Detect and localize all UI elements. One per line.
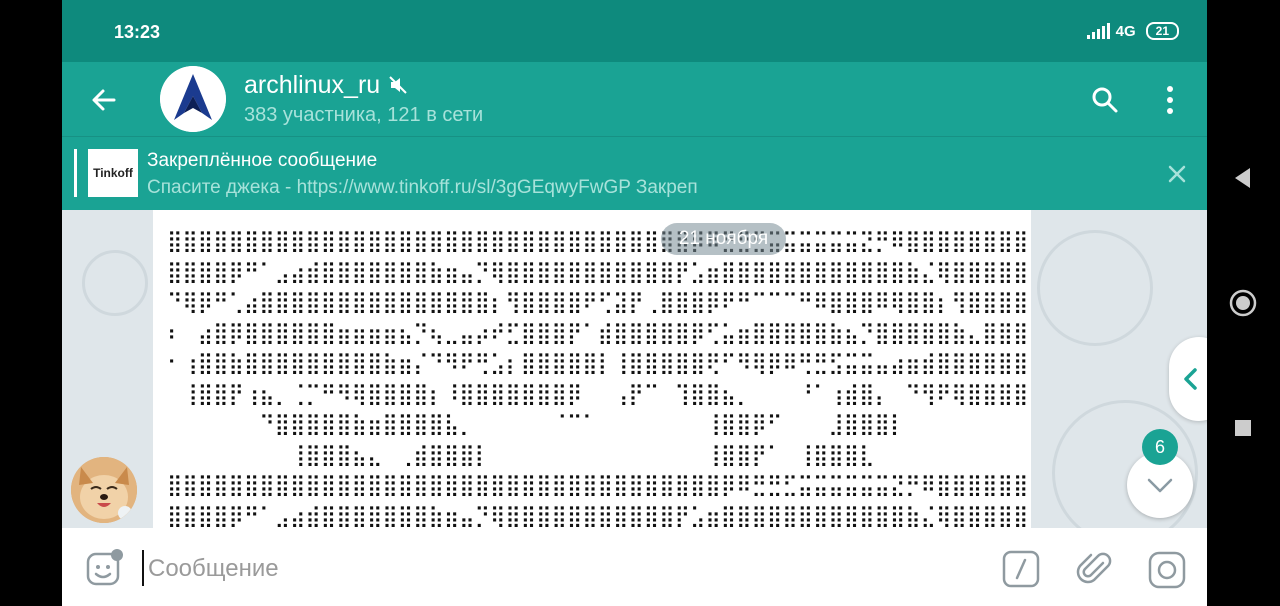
pinned-preview-text: Спасите джека - https://www.tinkoff.ru/s… — [147, 177, 698, 198]
message-composer — [62, 528, 1207, 606]
pinned-accent-line — [74, 149, 77, 197]
square-recents-icon — [1235, 420, 1251, 436]
chat-title-row: archlinux_ru — [244, 70, 483, 100]
chat-avatar[interactable] — [160, 66, 226, 132]
thumbnail-text: Tinkoff — [93, 166, 133, 180]
message-ascii-art[interactable]: ⣿⣿⣿⣿⣿⣿⣿⣿⣿⣿⣿⣿⣿⣿⣿⣿⣿⣿⣿⣿⣿⣿⣿⣿⣿⣿⣿⣿⣿⣿⣿⣿⣿⣿⡿⠿⣛⣛⣋⣭… — [153, 210, 1031, 528]
nav-home-button[interactable] — [1223, 283, 1263, 323]
wallpaper-doodle — [1037, 230, 1153, 346]
attach-button[interactable] — [1076, 550, 1114, 588]
chevron-left-icon — [1184, 368, 1197, 390]
back-arrow-icon — [92, 89, 116, 111]
search-button[interactable] — [1085, 80, 1125, 120]
mute-icon — [389, 76, 407, 94]
sender-avatar[interactable] — [71, 457, 137, 523]
pinned-message-bar[interactable]: Tinkoff Закреплённое сообщение Спасите д… — [62, 136, 1207, 211]
battery-level: 21 — [1145, 22, 1179, 40]
arch-logo-icon — [160, 66, 226, 132]
status-indicators: 4G 21 — [1086, 22, 1179, 40]
sticker-button[interactable] — [84, 548, 124, 588]
telegram-chat-screen: 13:23 4G 21 archlinux_ru 383 участника, … — [62, 0, 1207, 606]
chevron-down-icon — [1147, 478, 1173, 493]
chat-title-block[interactable]: archlinux_ru 383 участника, 121 в сети — [244, 70, 483, 127]
android-navigation-bar — [1207, 0, 1280, 606]
nav-back-button[interactable] — [1223, 158, 1263, 198]
nav-recents-button[interactable] — [1223, 408, 1263, 448]
ascii-art-content: ⣿⣿⣿⣿⣿⣿⣿⣿⣿⣿⣿⣿⣿⣿⣿⣿⣿⣿⣿⣿⣿⣿⣿⣿⣿⣿⣿⣿⣿⣿⣿⣿⣿⣿⡿⠿⣛⣛⣋⣭… — [167, 229, 1029, 528]
signal-icon — [1086, 23, 1110, 39]
circle-home-icon — [1229, 289, 1257, 317]
message-list[interactable]: ⣿⣿⣿⣿⣿⣿⣿⣿⣿⣿⣿⣿⣿⣿⣿⣿⣿⣿⣿⣿⣿⣿⣿⣿⣿⣿⣿⣿⣿⣿⣿⣿⣿⣿⡿⠿⣛⣛⣋⣭… — [62, 210, 1207, 528]
sticker-icon — [86, 549, 123, 586]
date-chip: 21 ноября — [661, 223, 786, 255]
side-panel-toggle[interactable] — [1169, 337, 1207, 421]
unread-count-badge: 6 — [1142, 429, 1178, 465]
status-bar: 13:23 4G 21 — [62, 0, 1207, 62]
shiba-avatar-icon — [71, 457, 137, 523]
instagram-camera-icon — [1148, 551, 1186, 589]
more-options-button[interactable] — [1153, 80, 1187, 120]
pinned-title: Закреплённое сообщение — [147, 150, 378, 171]
camera-button[interactable] — [1147, 550, 1187, 590]
slash-command-icon — [1002, 550, 1040, 588]
status-time: 13:23 — [114, 22, 161, 42]
network-type: 4G — [1115, 22, 1136, 40]
text-cursor — [142, 550, 144, 586]
close-icon — [1168, 165, 1186, 183]
message-input[interactable] — [146, 548, 850, 590]
chat-title: archlinux_ru — [244, 71, 381, 99]
bot-command-button[interactable] — [1002, 550, 1040, 588]
close-pinned-button[interactable] — [1165, 162, 1189, 186]
pinned-thumbnail: Tinkoff — [88, 149, 138, 197]
triangle-back-icon — [1235, 168, 1250, 188]
chat-member-count: 383 участника, 121 в сети — [244, 104, 484, 126]
wallpaper-doodle — [82, 250, 148, 316]
search-icon — [1092, 87, 1118, 113]
chat-header: archlinux_ru 383 участника, 121 в сети — [62, 62, 1207, 136]
back-button[interactable] — [86, 82, 122, 118]
paperclip-icon — [1076, 552, 1112, 584]
more-vertical-icon — [1167, 86, 1173, 114]
